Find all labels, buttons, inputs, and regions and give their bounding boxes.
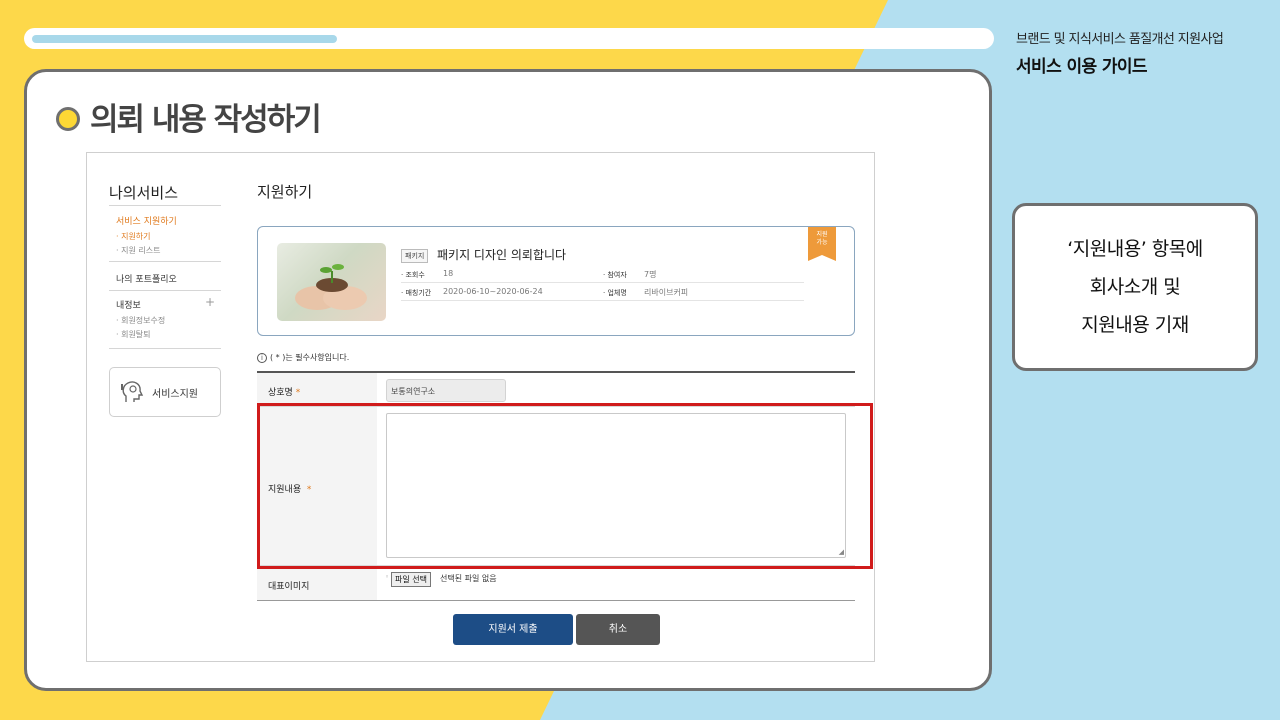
- views-label: · 조회수: [401, 271, 425, 279]
- ribbon-line2: 가능: [816, 239, 828, 246]
- note-line1: ‘지원내용’ 항목에: [1067, 238, 1203, 260]
- required-note: i ( * )는 필수사항입니다.: [257, 352, 349, 363]
- service-support-label: 서비스지원: [152, 388, 198, 400]
- header-title: 서비스 이용 가이드: [1016, 57, 1148, 77]
- divider: [109, 348, 221, 349]
- sidebar-title: 나의서비스: [109, 184, 179, 202]
- divider: [257, 600, 855, 601]
- sidebar-item-service-apply[interactable]: 서비스 지원하기: [116, 214, 177, 227]
- progress-bar: [24, 28, 994, 49]
- project-card[interactable]: 패키지 패키지 디자인 의뢰합니다 · 조회수 18 · 참여자 7명 · 매칭…: [257, 226, 855, 336]
- company-label: · 업체명: [603, 289, 627, 297]
- file-status: 선택된 파일 없음: [440, 574, 497, 583]
- project-title: 패키지 디자인 의뢰합니다: [437, 248, 567, 262]
- section-heading: 의뢰 내용 작성하기: [56, 94, 322, 139]
- required-note-text: ( * )는 필수사항입니다.: [270, 353, 350, 362]
- divider: [109, 290, 221, 291]
- sidebar-subitem-edit[interactable]: · 회원정보수정: [116, 315, 165, 326]
- header-subtitle: 브랜드 및 지식서비스 품질개선 지원사업: [1016, 32, 1224, 47]
- views-value: 18: [443, 269, 454, 278]
- bullet-icon: [56, 106, 80, 131]
- service-support-button[interactable]: 서비스지원: [109, 367, 221, 417]
- plus-icon[interactable]: +: [205, 295, 215, 309]
- note-line2: 회사소개 및: [1089, 276, 1181, 298]
- section-title: 의뢰 내용 작성하기: [90, 102, 322, 138]
- divider: [109, 205, 221, 206]
- guide-note: ‘지원내용’ 항목에 회사소개 및 지원내용 기재: [1012, 203, 1258, 371]
- seedling-hands-icon: [295, 264, 367, 310]
- status-ribbon: 지원 가능: [808, 227, 836, 261]
- meta-row: · 조회수 18 · 참여자 7명: [401, 268, 804, 283]
- ribbon-line1: 지원: [816, 231, 828, 238]
- sidebar-subitem-leave[interactable]: · 회원탈퇴: [116, 329, 151, 340]
- file-choose-button[interactable]: 파일 선택: [391, 572, 431, 587]
- main-image-label: 대표이미지: [268, 582, 310, 592]
- sidebar-item-myinfo[interactable]: 내정보: [116, 298, 141, 311]
- progress-bar-fill: [32, 35, 337, 43]
- cancel-button[interactable]: 취소: [576, 614, 660, 645]
- project-thumbnail: [277, 243, 386, 321]
- sidebar-subitem-list[interactable]: · 지원 리스트: [116, 245, 160, 256]
- participants-label: · 참여자: [603, 271, 627, 279]
- sidebar-subitem-apply[interactable]: · 지원하기: [116, 231, 151, 242]
- bullet-icon: ◦: [385, 573, 390, 581]
- meta-row: · 매칭기간 2020-06-10~2020-06-24 · 업체명 리바이브커…: [401, 286, 804, 301]
- period-label: · 매칭기간: [401, 289, 432, 297]
- note-line3: 지원내용 기재: [1081, 314, 1189, 336]
- head-gear-icon: [121, 381, 144, 402]
- company-name-input[interactable]: 보통의연구소: [386, 379, 506, 402]
- period-value: 2020-06-10~2020-06-24: [443, 287, 543, 296]
- submit-button[interactable]: 지원서 제출: [453, 614, 573, 645]
- participants-value: 7명: [644, 270, 657, 279]
- sidebar-item-portfolio[interactable]: 나의 포트폴리오: [116, 272, 177, 285]
- divider: [109, 261, 221, 262]
- info-icon: i: [257, 352, 267, 363]
- company-value: 리바이브커피: [644, 288, 689, 297]
- company-name-label: 상호명 *: [268, 388, 301, 398]
- category-tag: 패키지: [401, 249, 429, 263]
- highlight-box: [257, 403, 873, 569]
- page-heading: 지원하기: [257, 183, 313, 201]
